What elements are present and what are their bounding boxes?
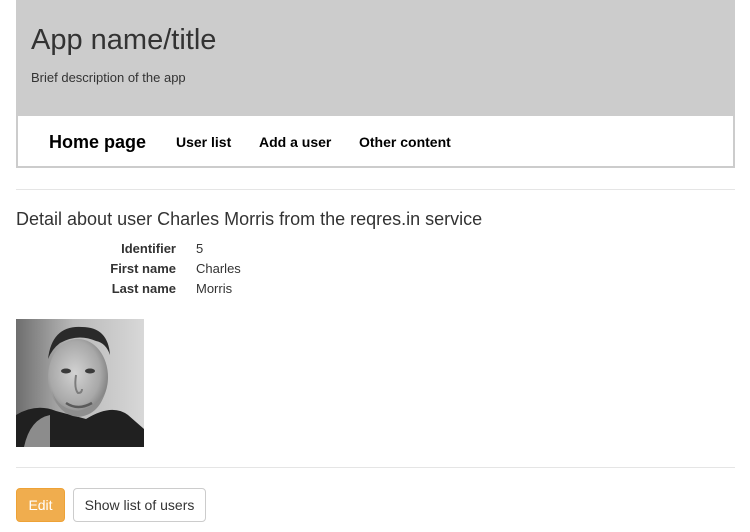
nav-home-link[interactable]: Home page (49, 133, 146, 151)
app-header: App name/title Brief description of the … (16, 0, 735, 115)
detail-row-identifier: Identifier 5 (16, 242, 416, 262)
nav-user-list-link[interactable]: User list (176, 135, 231, 149)
detail-value: Morris (196, 281, 233, 296)
app-title: App name/title (31, 24, 217, 56)
user-detail-heading: Detail about user Charles Morris from th… (16, 209, 483, 229)
detail-term: Last name (111, 281, 176, 296)
detail-term: First name (110, 261, 176, 276)
divider-bottom (16, 467, 735, 468)
detail-term: Identifier (121, 241, 176, 256)
navbar: Home page User list Add a user Other con… (16, 114, 735, 168)
nav-add-user-link[interactable]: Add a user (259, 135, 331, 149)
page: App name/title Brief description of the … (0, 0, 750, 532)
user-detail-list: Identifier 5 First name Charles Last nam… (16, 242, 416, 302)
detail-row-last-name: Last name Morris (16, 282, 416, 302)
avatar-photo (16, 319, 144, 447)
detail-row-first-name: First name Charles (16, 262, 416, 282)
divider-top (16, 189, 735, 190)
show-user-list-button[interactable]: Show list of users (73, 488, 206, 522)
detail-value: 5 (196, 241, 204, 256)
nav-other-content-link[interactable]: Other content (359, 135, 451, 149)
edit-button[interactable]: Edit (16, 488, 65, 522)
detail-value: Charles (196, 261, 241, 276)
user-avatar (16, 319, 144, 447)
app-description: Brief description of the app (31, 70, 186, 85)
